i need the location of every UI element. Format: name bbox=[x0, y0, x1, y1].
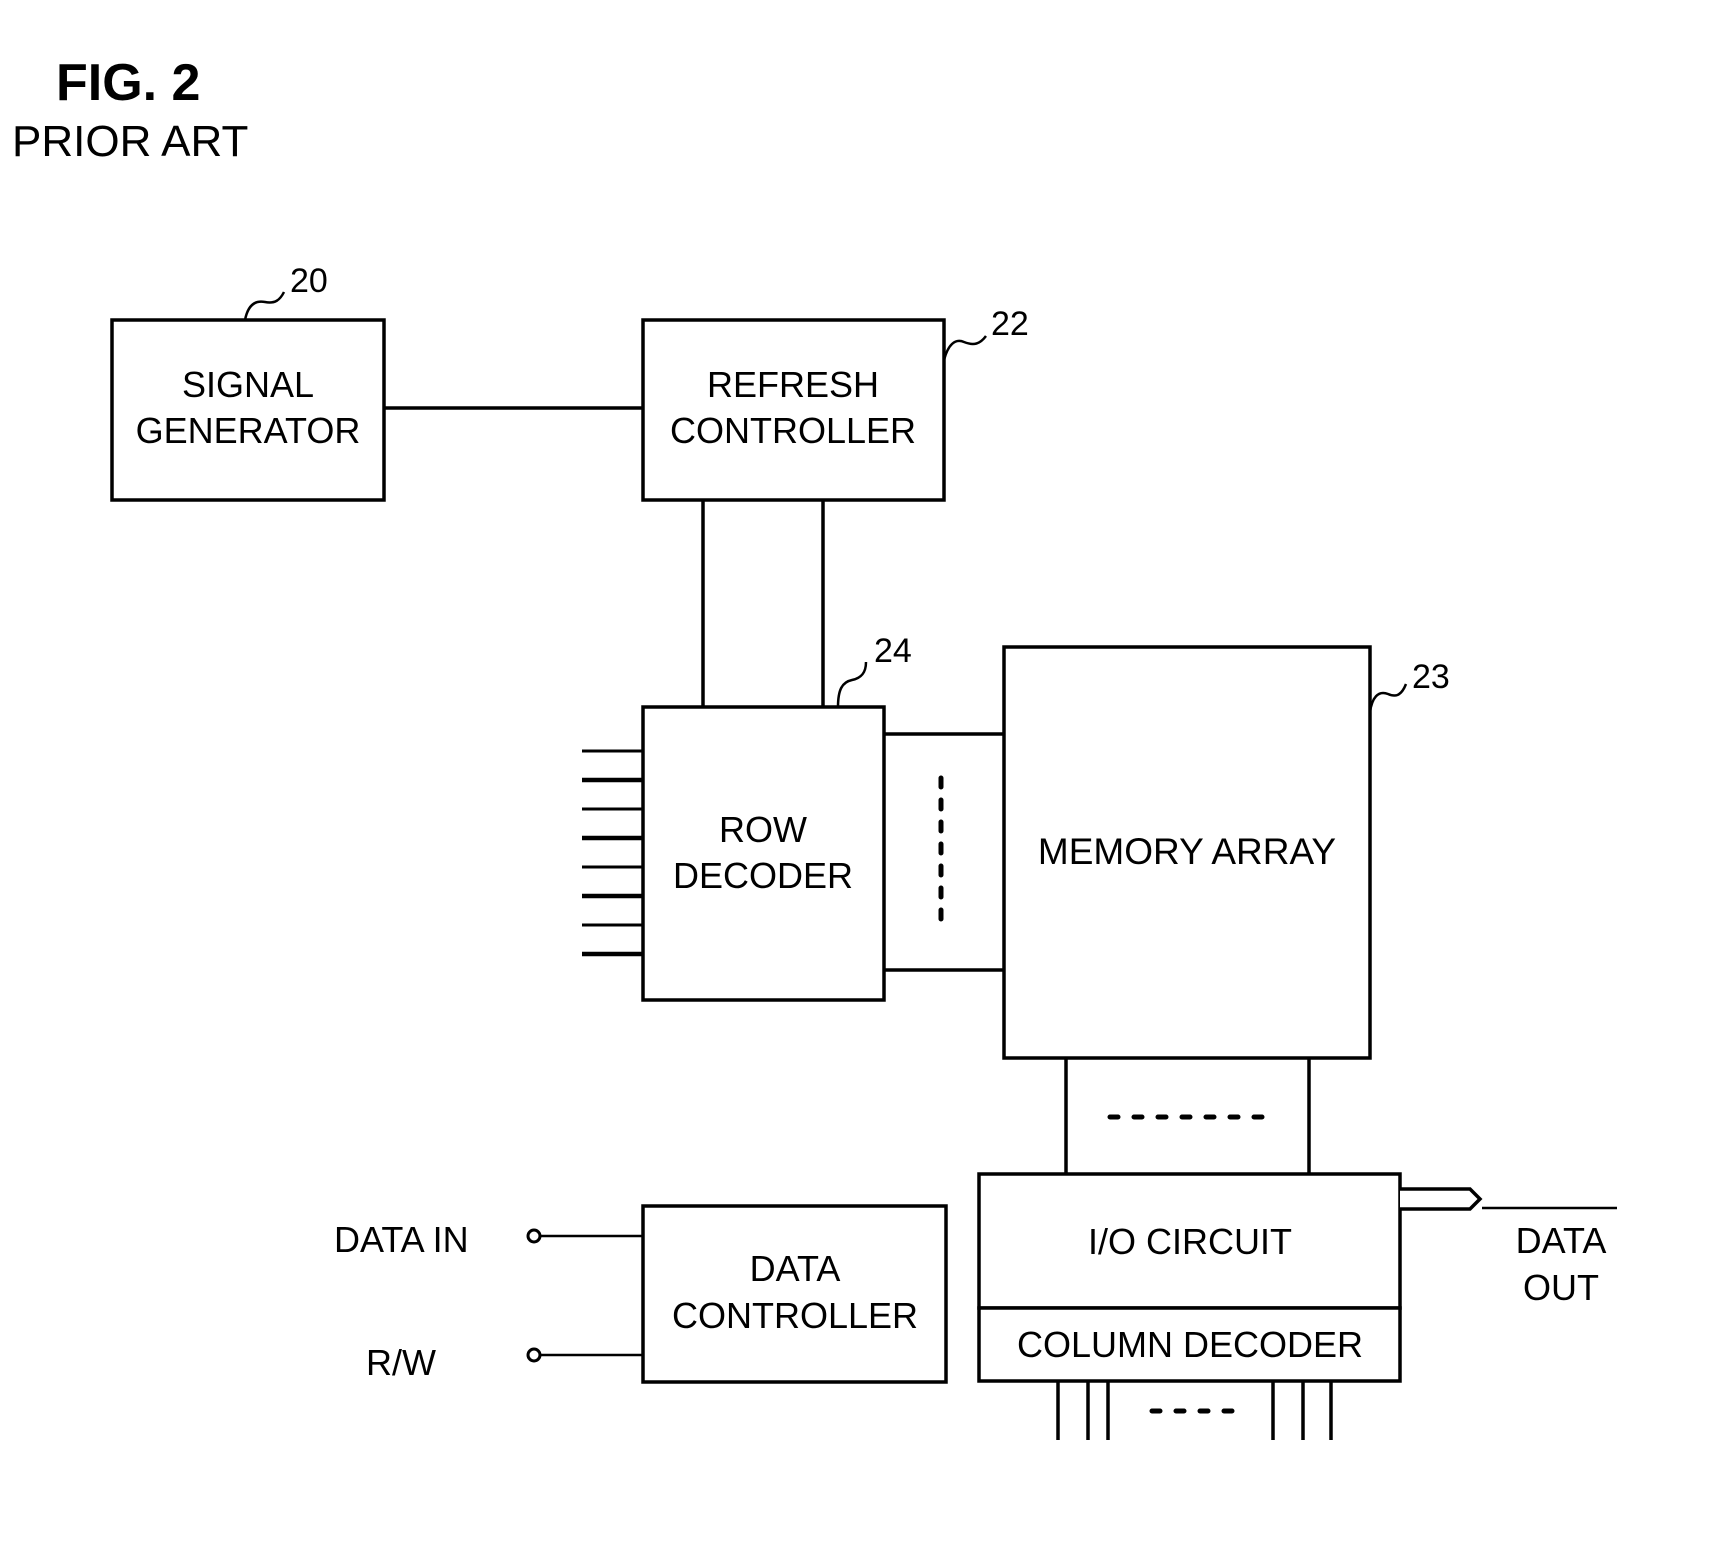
io-circuit-label: I/O CIRCUIT bbox=[1088, 1221, 1292, 1262]
column-decoder-block: COLUMN DECODER bbox=[977, 1306, 1402, 1383]
column-decoder-output-lines bbox=[1056, 1381, 1333, 1440]
column-decoder-label: COLUMN DECODER bbox=[1017, 1324, 1363, 1365]
ref-number-23: 23 bbox=[1412, 658, 1450, 696]
data-out-arrow-icon bbox=[1400, 1187, 1483, 1211]
figure-subtitle: PRIOR ART bbox=[12, 117, 248, 166]
refresh-controller-block: REFRESH CONTROLLER bbox=[641, 318, 946, 502]
data-controller-label-1: DATA bbox=[750, 1248, 841, 1289]
rw-label: R/W bbox=[366, 1342, 436, 1383]
data-controller-label-2: CONTROLLER bbox=[672, 1295, 918, 1336]
row-decoder-label-1: ROW bbox=[719, 809, 807, 850]
row-decoder-input-lines bbox=[582, 749, 643, 957]
refresh-controller-label-2: CONTROLLER bbox=[670, 410, 916, 451]
ref-leader-24 bbox=[836, 661, 868, 708]
block-diagram: FIG. 2 PRIOR ART SIGNAL GENERATOR 20 REF… bbox=[12, 54, 1617, 1440]
ref-leader-23 bbox=[1368, 683, 1408, 713]
signal-generator-label-2: GENERATOR bbox=[136, 410, 361, 451]
ref-number-22: 22 bbox=[991, 305, 1029, 343]
ref-leader-20 bbox=[243, 291, 286, 321]
data-out-label-1: DATA bbox=[1516, 1220, 1607, 1261]
row-decoder-box bbox=[641, 705, 886, 1002]
signal-generator-block: SIGNAL GENERATOR bbox=[110, 318, 386, 502]
data-controller-block: DATA CONTROLLER bbox=[641, 1204, 948, 1384]
memory-array-label: MEMORY ARRAY bbox=[1038, 831, 1336, 872]
row-decoder-block: ROW DECODER bbox=[641, 705, 886, 1002]
rw-terminal-icon bbox=[526, 1347, 542, 1363]
signal-generator-label-1: SIGNAL bbox=[182, 364, 314, 405]
row-decoder-label-2: DECODER bbox=[673, 855, 853, 896]
data-in-label: DATA IN bbox=[334, 1219, 469, 1260]
refresh-controller-label-1: REFRESH bbox=[707, 364, 879, 405]
data-out-label-2: OUT bbox=[1523, 1267, 1599, 1308]
data-controller-box bbox=[641, 1204, 948, 1384]
ref-number-24: 24 bbox=[874, 632, 912, 670]
io-circuit-block: I/O CIRCUIT bbox=[977, 1172, 1402, 1310]
figure-title: FIG. 2 bbox=[56, 54, 200, 112]
ref-number-20: 20 bbox=[290, 262, 328, 300]
ref-leader-22 bbox=[942, 335, 987, 361]
data-in-terminal-icon bbox=[526, 1228, 542, 1244]
memory-array-block: MEMORY ARRAY bbox=[1002, 645, 1372, 1060]
